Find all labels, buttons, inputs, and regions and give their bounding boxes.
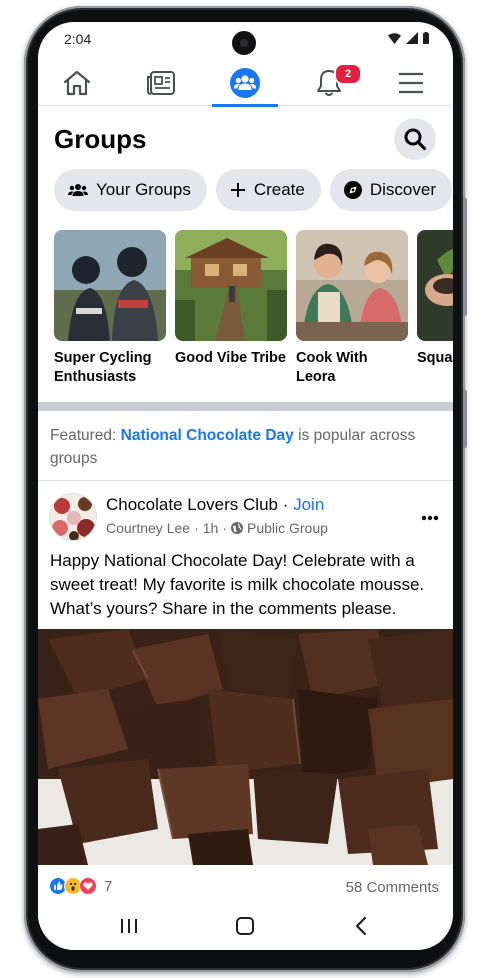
create-chip[interactable]: Create	[215, 169, 321, 211]
nav-menu[interactable]	[378, 60, 444, 106]
your-groups-label: Your Groups	[96, 180, 191, 199]
reaction-count: 7	[104, 877, 113, 895]
suggested-groups-row: Super Cycling Enthusiasts Good Vibe Trib…	[54, 230, 453, 392]
front-camera	[232, 31, 256, 55]
groups-icon	[230, 68, 260, 98]
post-group-name[interactable]: Chocolate Lovers Club	[106, 495, 278, 514]
group-cover-image	[54, 230, 166, 341]
status-time: 2:04	[64, 31, 92, 47]
signal-icon	[406, 32, 418, 44]
discover-chip[interactable]: Discover	[329, 169, 452, 211]
post-author[interactable]: Courtney Lee	[106, 520, 190, 536]
post-photo[interactable]	[38, 629, 453, 865]
group-cover-image	[175, 230, 287, 341]
volume-button	[463, 198, 467, 316]
comments-count[interactable]: 58 Comments	[346, 879, 439, 896]
featured-topic-link[interactable]: National Chocolate Day	[121, 427, 294, 444]
group-card[interactable]: Good Vibe Tribe	[175, 230, 287, 368]
more-icon	[421, 515, 439, 521]
compass-icon	[343, 181, 362, 199]
post-group-line: Chocolate Lovers Club · Join	[106, 495, 324, 515]
top-navigation: 2	[38, 60, 453, 107]
group-card[interactable]: Super Cycling Enthusiasts	[54, 230, 166, 387]
post-more-button[interactable]	[421, 508, 439, 526]
nav-home[interactable]	[44, 60, 110, 106]
filter-chips: Your Groups Create Discover	[54, 169, 452, 211]
groups-header: Groups	[38, 114, 453, 170]
status-bar: 2:04	[38, 22, 453, 56]
group-avatar[interactable]	[49, 493, 97, 541]
home-button[interactable]	[230, 912, 260, 940]
plus-icon	[230, 182, 246, 198]
reactions-summary[interactable]: 7	[49, 877, 112, 895]
system-navigation-bar	[38, 902, 453, 950]
hamburger-icon	[399, 72, 423, 94]
recent-apps-button[interactable]	[114, 912, 144, 940]
back-button[interactable]	[346, 912, 376, 940]
wifi-icon	[388, 32, 401, 44]
people-icon	[68, 182, 88, 198]
post-meta: Courtney Lee · 1h · Public Group	[106, 520, 328, 536]
globe-icon	[230, 522, 243, 534]
news-icon	[147, 71, 175, 95]
post-separator: ·	[277, 495, 294, 514]
nav-news[interactable]	[128, 60, 194, 106]
home-square-icon	[236, 917, 254, 935]
search-icon	[404, 128, 427, 151]
meta-dot: ·	[222, 520, 227, 536]
back-chevron-icon	[355, 916, 367, 936]
group-name: Squar Garde	[417, 350, 453, 366]
nav-groups[interactable]	[212, 60, 278, 107]
featured-prefix: Featured:	[50, 427, 117, 444]
post-time: 1h	[202, 520, 219, 536]
love-reaction-icon	[79, 877, 97, 895]
meta-dot: ·	[194, 520, 199, 536]
home-icon	[63, 70, 91, 96]
nav-notifications[interactable]: 2	[296, 60, 362, 106]
discover-label: Discover	[369, 180, 436, 199]
group-card[interactable]: Squar Garde	[417, 230, 453, 368]
recents-icon	[121, 919, 137, 933]
group-cover-image	[417, 230, 453, 341]
page-title: Groups	[54, 124, 147, 154]
featured-banner: Featured: National Chocolate Day is popu…	[50, 424, 440, 470]
power-button	[463, 390, 467, 448]
app-screen: 2:04 2 Groups Your Groups Create Discove…	[38, 22, 453, 950]
search-button[interactable]	[394, 118, 436, 160]
status-icons	[388, 32, 429, 44]
group-name: Super Cycling Enthusiasts	[54, 350, 152, 385]
post-privacy: Public Group	[246, 520, 328, 536]
post-body-text: Happy National Chocolate Day! Celebrate …	[50, 551, 425, 618]
group-name: Good Vibe Tribe	[175, 350, 286, 366]
section-divider	[38, 402, 453, 411]
your-groups-chip[interactable]: Your Groups	[54, 169, 207, 211]
divider	[38, 480, 453, 481]
battery-icon	[423, 32, 429, 44]
create-label: Create	[253, 180, 305, 199]
group-card[interactable]: Cook With Leora	[296, 230, 408, 387]
join-button[interactable]: Join	[293, 495, 324, 514]
notification-badge: 2	[334, 63, 362, 85]
group-cover-image	[296, 230, 408, 341]
group-name: Cook With Leora	[296, 350, 368, 385]
